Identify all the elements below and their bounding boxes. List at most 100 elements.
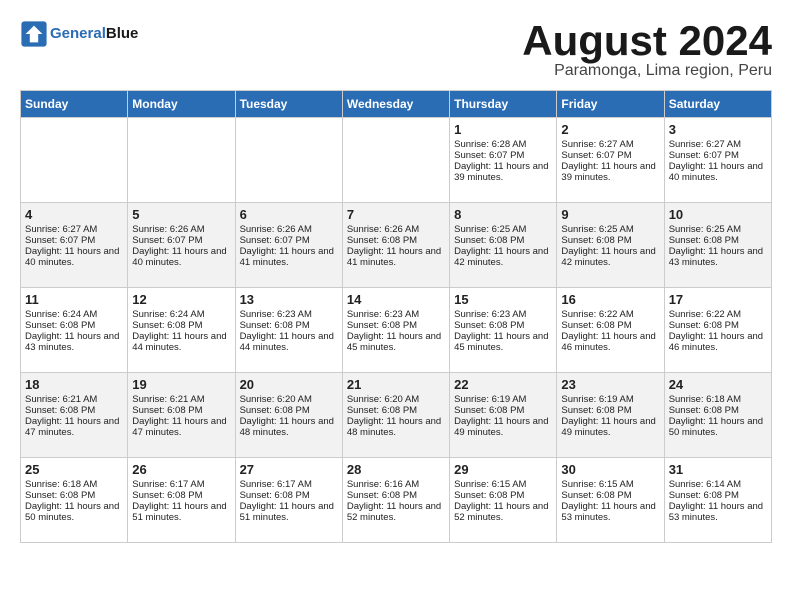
calendar-cell: 28Sunrise: 6:16 AMSunset: 6:08 PMDayligh… bbox=[342, 458, 449, 543]
day-info: Sunrise: 6:21 AM bbox=[132, 394, 230, 405]
calendar-cell: 27Sunrise: 6:17 AMSunset: 6:08 PMDayligh… bbox=[235, 458, 342, 543]
day-info: Daylight: 11 hours and 53 minutes. bbox=[669, 501, 767, 523]
day-info: Sunrise: 6:23 AM bbox=[454, 309, 552, 320]
day-info: Sunrise: 6:17 AM bbox=[240, 479, 338, 490]
day-info: Daylight: 11 hours and 47 minutes. bbox=[132, 416, 230, 438]
calendar-cell: 13Sunrise: 6:23 AMSunset: 6:08 PMDayligh… bbox=[235, 288, 342, 373]
day-info: Sunset: 6:08 PM bbox=[454, 405, 552, 416]
day-info: Sunset: 6:08 PM bbox=[25, 405, 123, 416]
day-info: Sunset: 6:08 PM bbox=[669, 320, 767, 331]
day-header-sunday: Sunday bbox=[21, 91, 128, 118]
day-info: Daylight: 11 hours and 48 minutes. bbox=[240, 416, 338, 438]
day-info: Sunrise: 6:27 AM bbox=[561, 139, 659, 150]
day-info: Sunrise: 6:20 AM bbox=[240, 394, 338, 405]
day-info: Daylight: 11 hours and 52 minutes. bbox=[454, 501, 552, 523]
day-number: 12 bbox=[132, 292, 230, 307]
calendar-week-1: 1Sunrise: 6:28 AMSunset: 6:07 PMDaylight… bbox=[21, 118, 772, 203]
day-header-thursday: Thursday bbox=[450, 91, 557, 118]
day-number: 30 bbox=[561, 462, 659, 477]
day-info: Sunrise: 6:21 AM bbox=[25, 394, 123, 405]
day-number: 2 bbox=[561, 122, 659, 137]
day-info: Daylight: 11 hours and 41 minutes. bbox=[347, 246, 445, 268]
day-info: Sunrise: 6:23 AM bbox=[240, 309, 338, 320]
day-info: Sunset: 6:08 PM bbox=[561, 405, 659, 416]
day-number: 11 bbox=[25, 292, 123, 307]
calendar-cell: 3 Sunrise: 6:27 AMSunset: 6:07 PMDaylight… bbox=[664, 118, 771, 203]
day-number: 27 bbox=[240, 462, 338, 477]
day-info: Sunset: 6:07 PM bbox=[669, 150, 767, 161]
day-info: Sunset: 6:08 PM bbox=[347, 405, 445, 416]
title-area: August 2024 Paramonga, Lima region, Peru bbox=[522, 20, 772, 80]
day-info: Sunrise: 6:15 AM bbox=[561, 479, 659, 490]
calendar-cell: 19Sunrise: 6:21 AMSunset: 6:08 PMDayligh… bbox=[128, 373, 235, 458]
calendar-cell: 21Sunrise: 6:20 AMSunset: 6:08 PMDayligh… bbox=[342, 373, 449, 458]
day-number: 7 bbox=[347, 207, 445, 222]
day-number: 25 bbox=[25, 462, 123, 477]
day-info: Daylight: 11 hours and 45 minutes. bbox=[454, 331, 552, 353]
day-number: 19 bbox=[132, 377, 230, 392]
calendar-cell: 12Sunrise: 6:24 AMSunset: 6:08 PMDayligh… bbox=[128, 288, 235, 373]
calendar-cell bbox=[235, 118, 342, 203]
day-info: Sunrise: 6:26 AM bbox=[347, 224, 445, 235]
day-info: Daylight: 11 hours and 43 minutes. bbox=[669, 246, 767, 268]
day-info: Sunrise: 6:22 AM bbox=[669, 309, 767, 320]
day-info: Sunset: 6:08 PM bbox=[132, 490, 230, 501]
day-info: Sunset: 6:08 PM bbox=[132, 320, 230, 331]
day-info: Sunrise: 6:28 AM bbox=[454, 139, 552, 150]
day-number: 10 bbox=[669, 207, 767, 222]
calendar-cell: 25Sunrise: 6:18 AMSunset: 6:08 PMDayligh… bbox=[21, 458, 128, 543]
day-info: Sunset: 6:08 PM bbox=[669, 235, 767, 246]
day-number: 3 bbox=[669, 122, 767, 137]
calendar-cell: 29Sunrise: 6:15 AMSunset: 6:08 PMDayligh… bbox=[450, 458, 557, 543]
day-info: Daylight: 11 hours and 50 minutes. bbox=[669, 416, 767, 438]
day-info: Daylight: 11 hours and 45 minutes. bbox=[347, 331, 445, 353]
day-number: 26 bbox=[132, 462, 230, 477]
day-info: Sunset: 6:08 PM bbox=[669, 405, 767, 416]
day-info: Sunset: 6:08 PM bbox=[561, 320, 659, 331]
calendar-cell: 15Sunrise: 6:23 AMSunset: 6:08 PMDayligh… bbox=[450, 288, 557, 373]
day-info: Sunrise: 6:19 AM bbox=[561, 394, 659, 405]
day-number: 23 bbox=[561, 377, 659, 392]
day-number: 16 bbox=[561, 292, 659, 307]
day-info: Daylight: 11 hours and 46 minutes. bbox=[561, 331, 659, 353]
logo: GeneralBlue bbox=[20, 20, 138, 48]
calendar-cell: 20Sunrise: 6:20 AMSunset: 6:08 PMDayligh… bbox=[235, 373, 342, 458]
day-info: Sunset: 6:07 PM bbox=[454, 150, 552, 161]
calendar-cell: 16Sunrise: 6:22 AMSunset: 6:08 PMDayligh… bbox=[557, 288, 664, 373]
page-header: GeneralBlue August 2024 Paramonga, Lima … bbox=[20, 20, 772, 80]
day-info: Daylight: 11 hours and 40 minutes. bbox=[669, 161, 767, 183]
day-info: Sunset: 6:08 PM bbox=[347, 320, 445, 331]
calendar-body: 1Sunrise: 6:28 AMSunset: 6:07 PMDaylight… bbox=[21, 118, 772, 543]
day-info: Sunrise: 6:24 AM bbox=[132, 309, 230, 320]
day-info: Daylight: 11 hours and 39 minutes. bbox=[561, 161, 659, 183]
day-info: Sunset: 6:08 PM bbox=[454, 320, 552, 331]
day-info: Daylight: 11 hours and 52 minutes. bbox=[347, 501, 445, 523]
calendar-header-row: SundayMondayTuesdayWednesdayThursdayFrid… bbox=[21, 91, 772, 118]
month-title: August 2024 bbox=[522, 20, 772, 62]
calendar-cell: 31Sunrise: 6:14 AMSunset: 6:08 PMDayligh… bbox=[664, 458, 771, 543]
day-header-friday: Friday bbox=[557, 91, 664, 118]
calendar-cell: 1Sunrise: 6:28 AMSunset: 6:07 PMDaylight… bbox=[450, 118, 557, 203]
day-info: Daylight: 11 hours and 53 minutes. bbox=[561, 501, 659, 523]
calendar-cell: 7 Sunrise: 6:26 AMSunset: 6:08 PMDaylight… bbox=[342, 203, 449, 288]
day-info: Sunset: 6:08 PM bbox=[25, 320, 123, 331]
day-info: Sunrise: 6:27 AM bbox=[669, 139, 767, 150]
day-info: Daylight: 11 hours and 44 minutes. bbox=[240, 331, 338, 353]
day-info: Sunset: 6:07 PM bbox=[561, 150, 659, 161]
day-info: Daylight: 11 hours and 50 minutes. bbox=[25, 501, 123, 523]
day-info: Sunset: 6:08 PM bbox=[347, 235, 445, 246]
day-info: Daylight: 11 hours and 39 minutes. bbox=[454, 161, 552, 183]
day-number: 22 bbox=[454, 377, 552, 392]
calendar-cell: 8Sunrise: 6:25 AMSunset: 6:08 PMDaylight… bbox=[450, 203, 557, 288]
day-info: Daylight: 11 hours and 40 minutes. bbox=[25, 246, 123, 268]
day-number: 21 bbox=[347, 377, 445, 392]
calendar-cell: 14Sunrise: 6:23 AMSunset: 6:08 PMDayligh… bbox=[342, 288, 449, 373]
day-info: Sunrise: 6:25 AM bbox=[454, 224, 552, 235]
day-number: 13 bbox=[240, 292, 338, 307]
day-info: Sunset: 6:08 PM bbox=[561, 490, 659, 501]
calendar-cell: 18Sunrise: 6:21 AMSunset: 6:08 PMDayligh… bbox=[21, 373, 128, 458]
day-info: Sunrise: 6:14 AM bbox=[669, 479, 767, 490]
day-info: Sunset: 6:08 PM bbox=[454, 235, 552, 246]
day-info: Daylight: 11 hours and 43 minutes. bbox=[25, 331, 123, 353]
calendar-cell: 23Sunrise: 6:19 AMSunset: 6:08 PMDayligh… bbox=[557, 373, 664, 458]
